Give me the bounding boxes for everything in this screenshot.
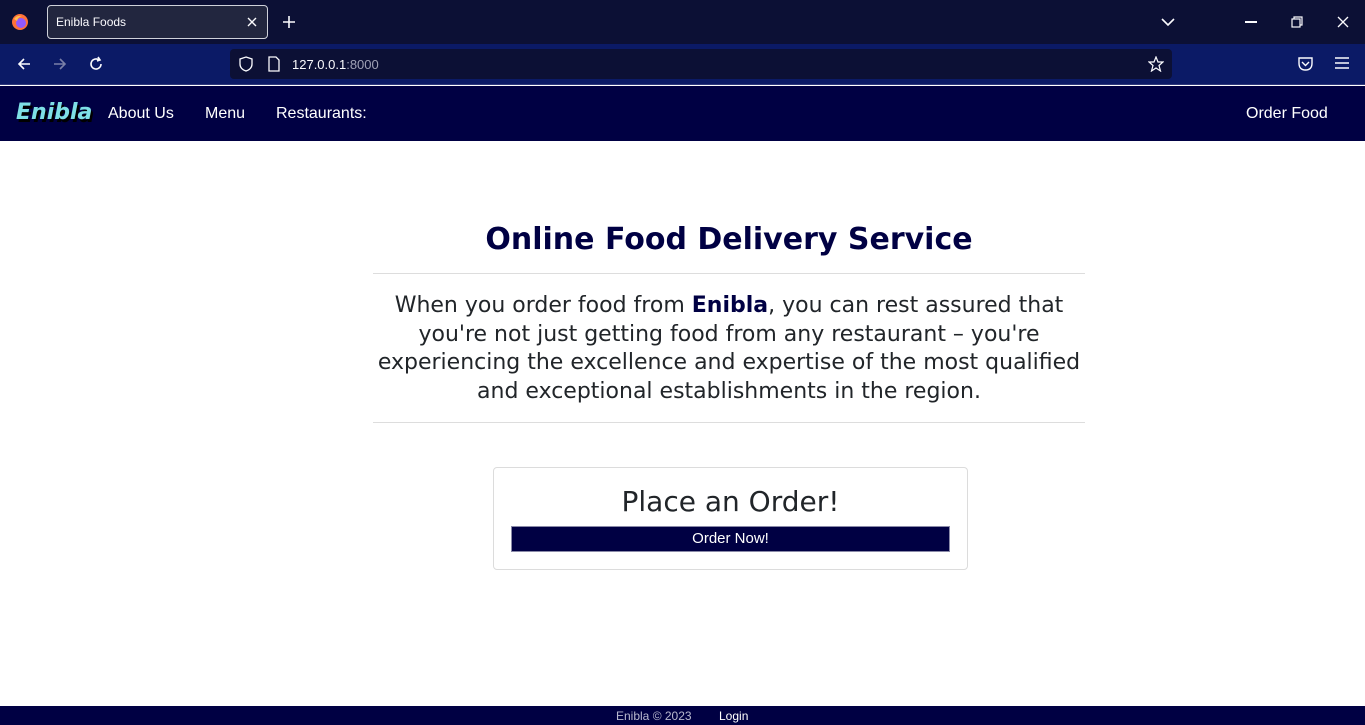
close-icon[interactable] bbox=[246, 16, 258, 28]
brand-name-bold: Enibla bbox=[691, 293, 769, 318]
forward-arrow-icon[interactable] bbox=[52, 56, 68, 72]
firefox-icon[interactable] bbox=[11, 13, 29, 31]
pocket-icon[interactable] bbox=[1297, 56, 1314, 72]
nav-restaurants[interactable]: Restaurants: bbox=[276, 105, 367, 123]
nav-order-food[interactable]: Order Food bbox=[1246, 105, 1328, 123]
browser-tab-active[interactable]: Enibla Foods bbox=[47, 5, 268, 39]
back-arrow-icon[interactable] bbox=[16, 56, 32, 72]
shield-icon[interactable] bbox=[238, 56, 254, 72]
order-card: Place an Order! Order Now! bbox=[493, 467, 968, 570]
plus-icon[interactable] bbox=[281, 14, 297, 30]
site-navbar: Enibla About Us Menu Restaurants: Order … bbox=[0, 86, 1365, 141]
brand-logo[interactable]: Enibla bbox=[16, 100, 92, 125]
browser-tab-strip: Enibla Foods bbox=[0, 0, 1365, 44]
bookmark-star-icon[interactable] bbox=[1148, 56, 1164, 72]
reload-icon[interactable] bbox=[88, 56, 104, 72]
address-bar[interactable]: 127.0.0.1:8000 bbox=[230, 49, 1172, 79]
hamburger-menu-icon[interactable] bbox=[1335, 57, 1349, 69]
page-title: Online Food Delivery Service bbox=[485, 222, 973, 257]
window-close-icon[interactable] bbox=[1337, 16, 1349, 28]
card-title: Place an Order! bbox=[621, 485, 840, 518]
chevron-down-icon[interactable] bbox=[1160, 15, 1176, 29]
restore-icon[interactable] bbox=[1291, 16, 1303, 28]
divider bbox=[373, 422, 1085, 423]
footer: Enibla © 2023 Login bbox=[0, 706, 1365, 725]
login-link[interactable]: Login bbox=[719, 709, 748, 723]
nav-menu[interactable]: Menu bbox=[205, 105, 245, 123]
url-text[interactable]: 127.0.0.1:8000 bbox=[292, 57, 379, 72]
browser-toolbar: 127.0.0.1:8000 bbox=[0, 44, 1365, 85]
minimize-icon[interactable] bbox=[1245, 21, 1257, 23]
intro-paragraph: When you order food from Enibla, you can… bbox=[377, 293, 1081, 404]
tab-title: Enibla Foods bbox=[56, 15, 127, 29]
copyright-text: Enibla © 2023 bbox=[616, 709, 692, 723]
page-icon[interactable] bbox=[267, 56, 281, 72]
order-now-button[interactable]: Order Now! bbox=[511, 526, 950, 552]
nav-about-us[interactable]: About Us bbox=[108, 105, 174, 123]
divider bbox=[373, 273, 1085, 274]
